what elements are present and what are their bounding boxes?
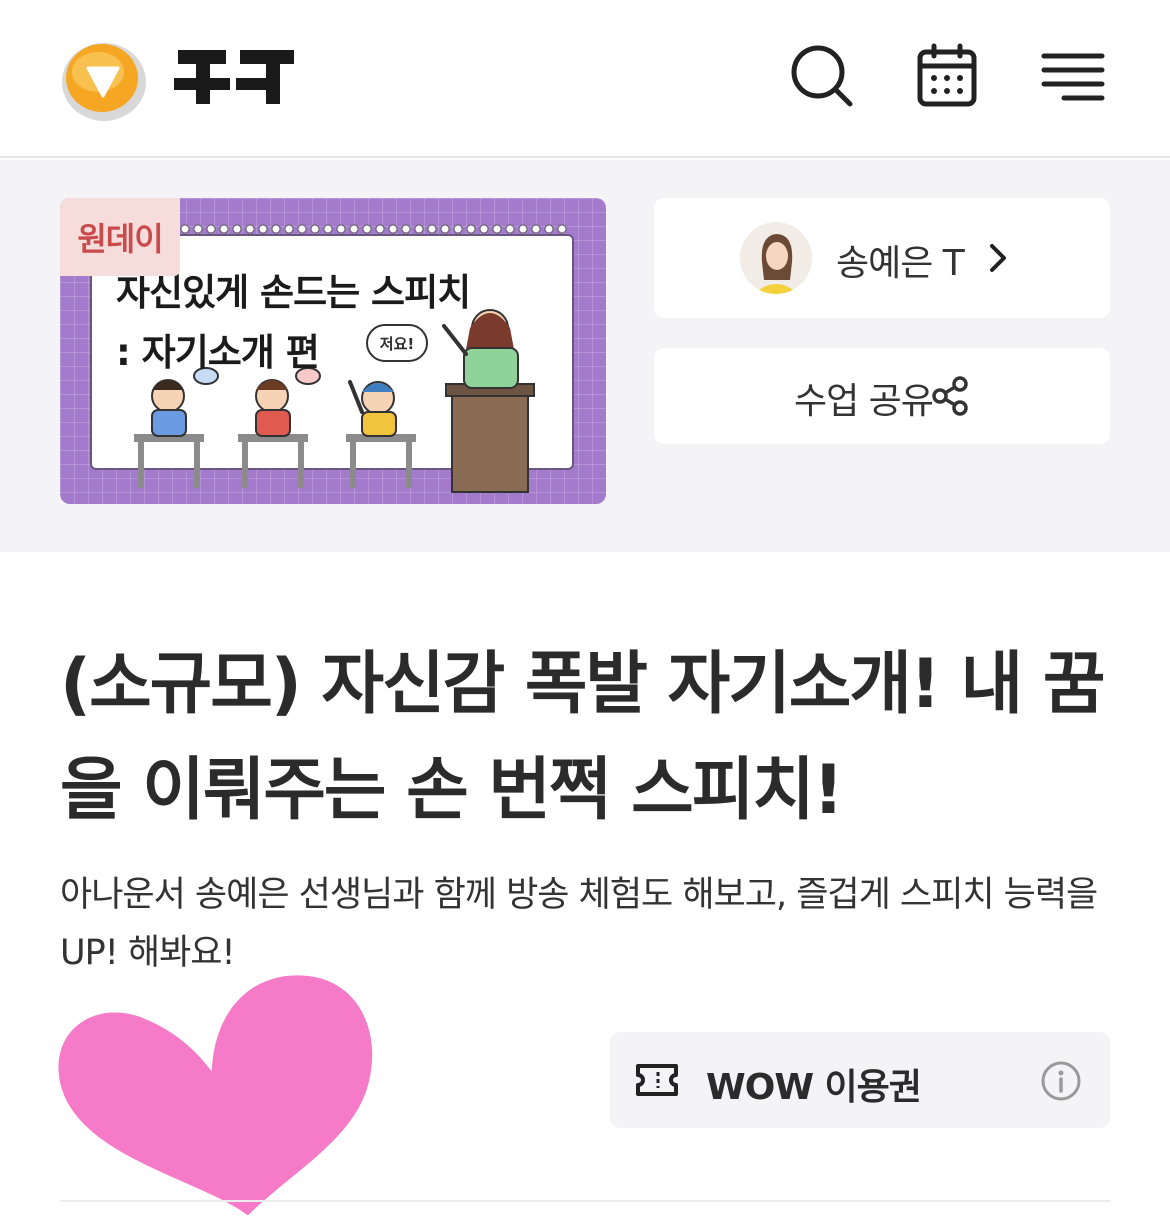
course-thumbnail[interactable]: 자신있게 손드는 스피치 : 자기소개 편 저요! 원데이 (60, 198, 606, 504)
teacher-profile-button[interactable]: 송예은 T (654, 198, 1110, 318)
ticket-icon (634, 1058, 680, 1102)
section-divider (60, 1200, 1110, 1202)
chevron-right-icon (984, 238, 1012, 278)
course-title: (소규모) 자신감 폭발 자기소개! 내 꿈을 이뤄주는 손 번쩍 스피치! (60, 645, 1105, 830)
course-description: 아나운서 송예은 선생님과 함께 방송 체험도 해보고, 즐겁게 스피치 능력을… (60, 875, 1098, 973)
menu-icon[interactable] (1040, 42, 1106, 108)
course-summary-panel: 자신있게 손드는 스피치 : 자기소개 편 저요! 원데이 송예은 T 수업 공… (0, 160, 1170, 552)
share-label: 수업 공유 (794, 381, 934, 422)
wow-ticket-label: WOW 이용권 (706, 1067, 922, 1108)
heart-sticker-icon (52, 968, 382, 1221)
app-header (0, 0, 1170, 158)
calendar-icon[interactable] (914, 42, 980, 108)
avatar (740, 222, 812, 294)
thumbnail-speech-bubble: 저요! (366, 324, 428, 362)
teacher-name: 송예은 T (836, 243, 965, 284)
logo-wordmark[interactable] (170, 40, 300, 108)
thumbnail-title-line2: : 자기소개 편 (116, 331, 320, 374)
share-class-button[interactable]: 수업 공유 (654, 348, 1110, 444)
share-icon (930, 374, 970, 418)
search-icon[interactable] (788, 42, 854, 108)
info-icon[interactable] (1040, 1060, 1082, 1102)
logo-icon[interactable] (60, 38, 148, 122)
oneday-badge: 원데이 (60, 198, 180, 276)
wow-ticket-button[interactable]: WOW 이용권 (610, 1032, 1110, 1128)
